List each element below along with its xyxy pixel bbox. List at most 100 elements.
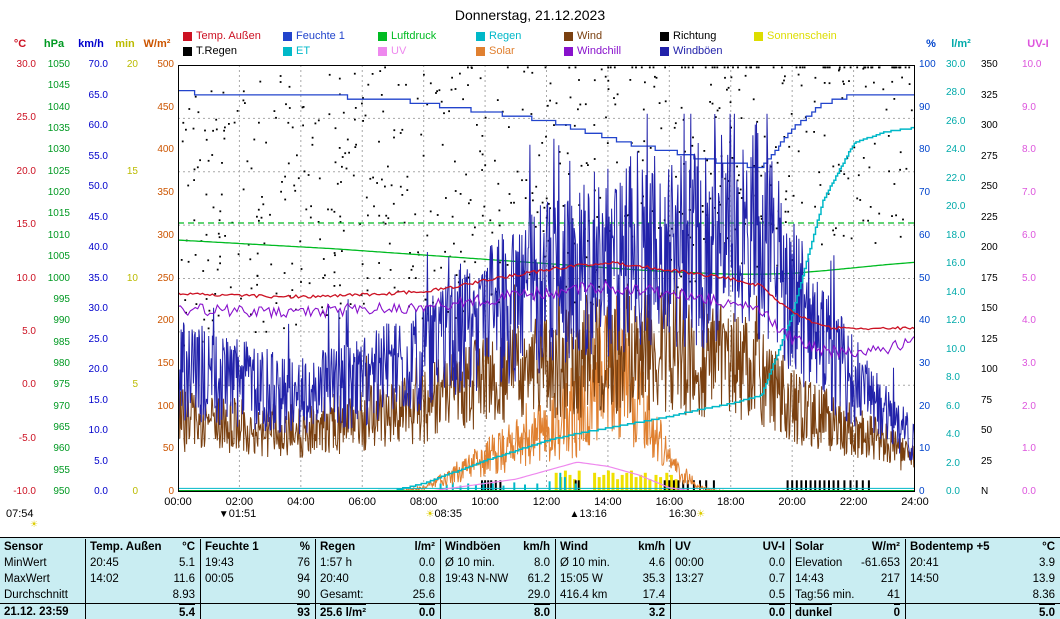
axis-title-min: min — [112, 38, 138, 50]
table-cell: 20:45 5.1 — [85, 555, 200, 571]
axis-tick-kmh: 0.0 — [74, 487, 108, 497]
legend-swatch-richtung — [660, 32, 669, 41]
axis-title-pct: % — [919, 38, 943, 50]
legend-label-temp-aussen: Temp. Außen — [196, 30, 261, 42]
axis-tick-kmh: 30.0 — [74, 304, 108, 314]
event-marker-13-16: ▲13:16 — [569, 508, 606, 520]
cell-sublabel: Gesamt: — [320, 587, 363, 603]
cell-sublabel: Tag:56 min. — [795, 587, 854, 603]
legend-swatch-et — [283, 47, 292, 56]
cell-value: 90 — [297, 587, 310, 603]
table-cell: 15:05 W35.3 — [555, 571, 670, 587]
legend-label-windboeen: Windböen — [673, 45, 723, 57]
sensor-unit: % — [300, 539, 310, 555]
cell-value: 5.1 — [179, 555, 195, 571]
cell-value: 0.0 — [769, 555, 785, 571]
table-cell: 20:400.8 — [315, 571, 440, 587]
cell-value: 8.36 — [1033, 587, 1055, 603]
legend-item-temp-aussen: Temp. Außen — [183, 30, 283, 42]
axis-tick-uvi: 0.0 — [1022, 487, 1054, 497]
axis-tick-pct: 100 — [919, 60, 943, 70]
axis-tick-lm2: 0.0 — [946, 487, 976, 497]
axis-tick-uvi: 5.0 — [1022, 274, 1054, 284]
table-cell: 14:43217 — [790, 571, 905, 587]
up-triangle-icon: ▲ — [569, 509, 579, 520]
legend-item-wind: Wind — [564, 30, 660, 42]
sensor-unit: km/h — [638, 539, 665, 555]
sensor-unit: UV-I — [763, 539, 785, 555]
cell-value: 3.2 — [649, 604, 665, 619]
table-cell: 25.6 l/m²0.0 — [315, 603, 440, 619]
axis-tick-hpa: 1005 — [38, 252, 70, 262]
table-cell: dunkel0 — [790, 603, 905, 619]
axis-tick-pct: 80 — [919, 145, 943, 155]
axis-title-uvi: UV-I — [1022, 38, 1054, 50]
axis-tick-uvi: 2.0 — [1022, 402, 1054, 412]
table-header-uv: UV UV-I — [670, 539, 790, 555]
axis-tick-hpa: 995 — [38, 295, 70, 305]
axis-tick-lm2: 4.0 — [946, 430, 976, 440]
axis-tick-lm2: 6.0 — [946, 402, 976, 412]
cell-sublabel: 13:27 — [675, 571, 704, 587]
axis-tick-hpa: 1035 — [38, 124, 70, 134]
cell-value: 11.6 — [173, 571, 195, 587]
table-cell: 00:000.0 — [670, 555, 790, 571]
axis-tick-dir: 100 — [981, 365, 1007, 375]
table-cell: 19:43 N-NW61.2 — [440, 571, 555, 587]
cell-value: 3.9 — [1039, 555, 1055, 571]
axis-title-kmh: km/h — [74, 38, 108, 50]
legend-label-uv: UV — [391, 45, 406, 57]
axis-tick-dir: 25 — [981, 457, 1007, 467]
axis-tick-kmh: 35.0 — [74, 274, 108, 284]
axis-tick-hpa: 970 — [38, 402, 70, 412]
cell-sublabel: 20:45 — [90, 555, 119, 571]
axis-tick-temp: 5.0 — [4, 327, 36, 337]
sensor-unit: °C — [1042, 539, 1055, 555]
legend-swatch-sonnenschein — [754, 32, 763, 41]
axis-tick-dir: 300 — [981, 121, 1007, 131]
sensor-name: Bodentemp +5 — [910, 539, 990, 555]
cell-sublabel: 00:05 — [205, 571, 234, 587]
cell-value: 41 — [887, 587, 900, 603]
axis-title-temp: °C — [4, 38, 36, 50]
event-time: 08:35 — [434, 508, 462, 520]
cell-value: 0.0 — [419, 604, 435, 619]
axis-tick-pct: 60 — [919, 231, 943, 241]
axis-tick-hpa: 955 — [38, 466, 70, 476]
axis-tick-temp: 10.0 — [4, 274, 36, 284]
table-cell: 19:4376 — [200, 555, 315, 571]
axis-tick-dir: 250 — [981, 182, 1007, 192]
cell-sublabel: 20:41 — [910, 555, 939, 571]
axis-tick-kmh: 55.0 — [74, 152, 108, 162]
axis-tick-dir: 275 — [981, 152, 1007, 162]
axis-tick-lm2: 2.0 — [946, 459, 976, 469]
cell-value: 94 — [297, 571, 310, 587]
legend-swatch-solar — [476, 47, 485, 56]
axis-tick-lm2: 22.0 — [946, 174, 976, 184]
legend-label-wind: Wind — [577, 30, 602, 42]
sensor-name: Solar — [795, 539, 824, 555]
axis-tick-lm2: 14.0 — [946, 288, 976, 298]
sensor-name: UV — [675, 539, 691, 555]
table-cell: 3.2 — [555, 603, 670, 619]
legend-swatch-feuchte-1 — [283, 32, 292, 41]
table-cell: 13:27 0.7 — [670, 571, 790, 587]
table-cell: Tag:56 min. 41 — [790, 587, 905, 603]
cell-sublabel: 1:57 h — [320, 555, 352, 571]
cell-value: 0.7 — [769, 571, 785, 587]
table-cell: 8.0 — [440, 603, 555, 619]
axis-tick-uvi: 3.0 — [1022, 359, 1054, 369]
axis-tick-pct: 20 — [919, 402, 943, 412]
table-row-label: MaxWert — [0, 571, 85, 587]
cell-value: 8.0 — [534, 555, 550, 571]
legend-label-sonnenschein: Sonnenschein — [767, 30, 837, 42]
axis-tick-kmh: 25.0 — [74, 335, 108, 345]
event-marker-08-35: ☀08:35 — [425, 508, 462, 520]
axis-tick-uvi: 9.0 — [1022, 103, 1054, 113]
axis-tick-kmh: 10.0 — [74, 426, 108, 436]
table-header-wind: Windkm/h — [555, 539, 670, 555]
legend-swatch-t-regen — [183, 47, 192, 56]
legend-label-windchill: Windchill — [577, 45, 621, 57]
cell-sublabel: Elevation — [795, 555, 842, 571]
axis-tick-min: 20 — [112, 60, 138, 70]
